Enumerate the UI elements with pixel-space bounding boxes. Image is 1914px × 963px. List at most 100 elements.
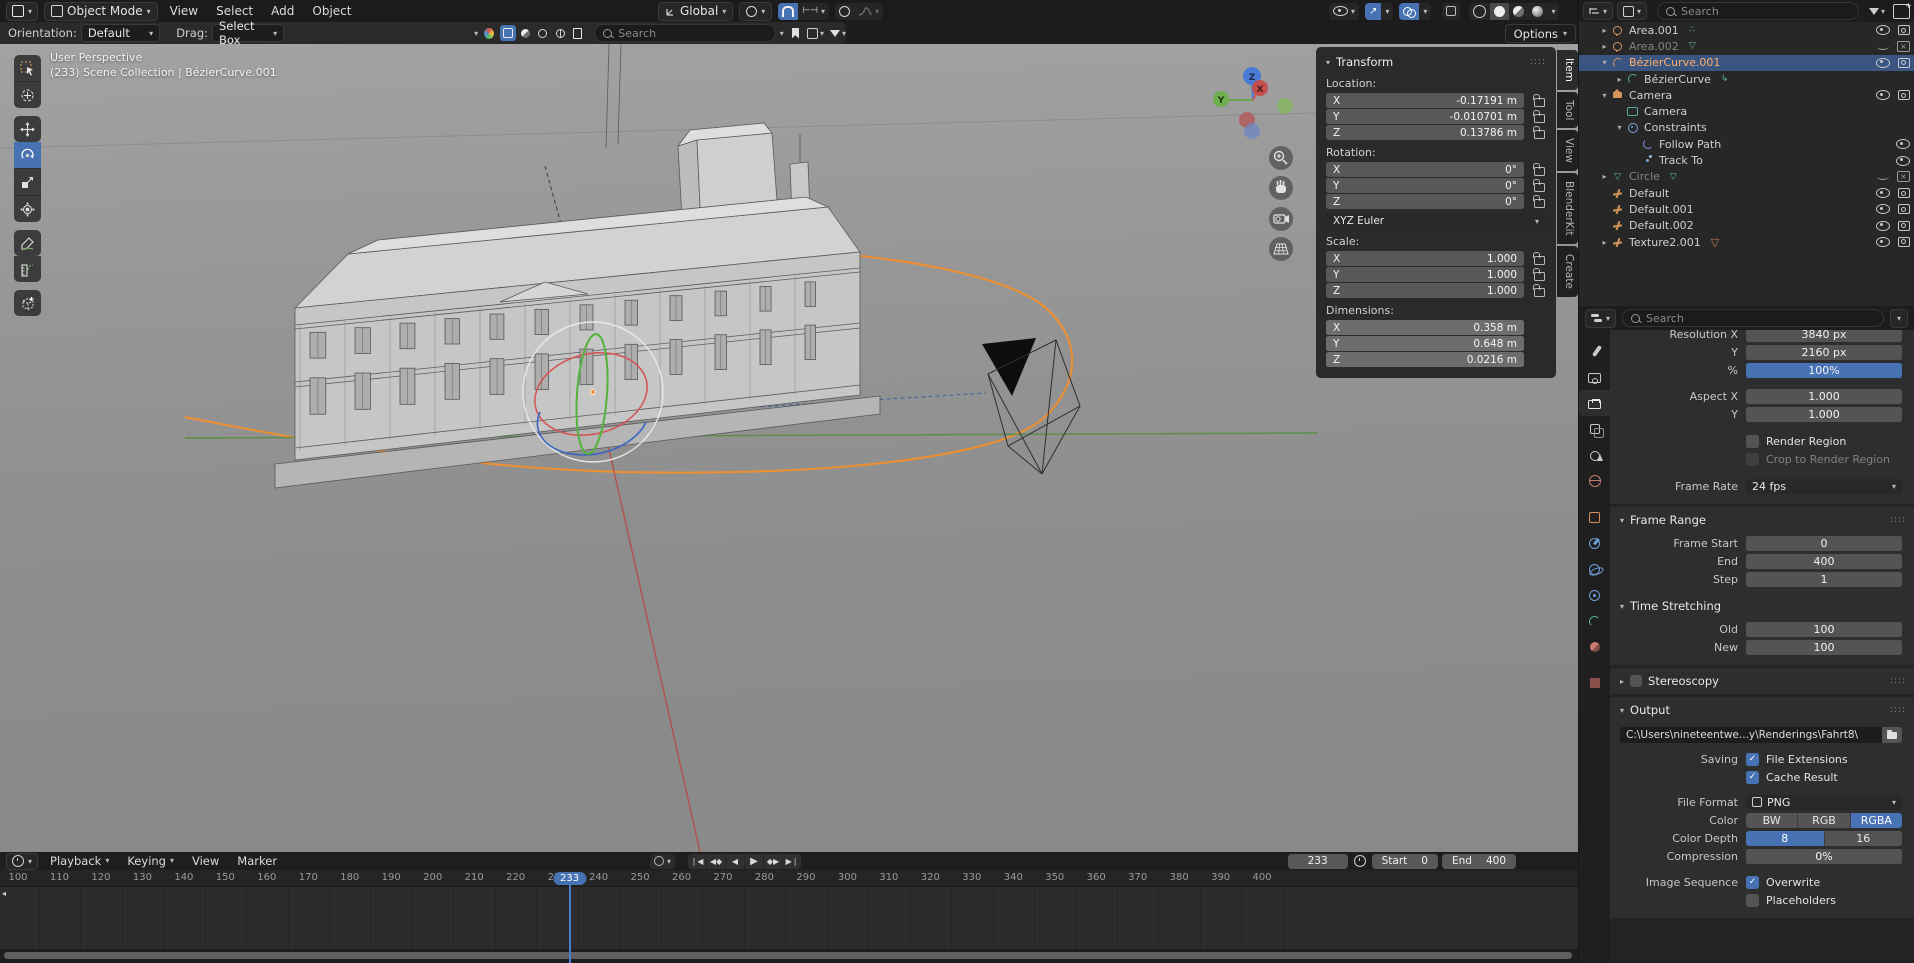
lock-icon[interactable]	[1534, 114, 1545, 123]
render-region-checkbox[interactable]	[1746, 435, 1759, 448]
bookmark-icon[interactable]	[792, 28, 799, 39]
asset-filter-material-toggle[interactable]	[518, 25, 533, 41]
outliner-filter-dropdown[interactable]: ▾	[1869, 7, 1885, 16]
frame-step-field[interactable]: 1	[1746, 572, 1902, 587]
gizmos-dropdown[interactable]: ▾	[1381, 3, 1393, 20]
hide-viewport-eye-icon[interactable]	[1876, 58, 1890, 68]
shading-material-button[interactable]	[1509, 3, 1528, 20]
play-button[interactable]: ▶	[745, 854, 764, 869]
visibility-dropdown[interactable]: ▾	[1329, 3, 1359, 20]
output-panel-header[interactable]: ▾Output::::	[1610, 701, 1914, 719]
cursor-tool[interactable]	[14, 82, 41, 108]
mode-dropdown[interactable]: Object Mode ▾	[44, 2, 158, 21]
collapse-chevron-icon[interactable]: ▾	[474, 29, 478, 38]
current-frame-field[interactable]: 233	[1288, 854, 1348, 869]
tab-modifier-properties[interactable]	[1579, 530, 1610, 556]
jump-to-start-button[interactable]: ❘◀	[688, 854, 707, 869]
overlays-dropdown[interactable]: ▾	[1419, 3, 1431, 20]
disable-render-camera-icon[interactable]	[1898, 25, 1910, 35]
stereoscopy-panel-header[interactable]: ▸Stereoscopy::::	[1610, 672, 1914, 690]
scale-tool[interactable]	[14, 169, 41, 196]
prev-keyframe-button[interactable]: ◀◆	[707, 854, 726, 869]
cache-result-checkbox[interactable]: ✓	[1746, 771, 1759, 784]
outliner-search-input[interactable]: Search	[1657, 2, 1859, 20]
hide-viewport-eye-icon[interactable]	[1896, 156, 1910, 166]
outliner-row[interactable]: Default	[1579, 185, 1914, 201]
new-collection-button[interactable]: +	[1893, 4, 1910, 19]
measure-tool[interactable]	[14, 256, 41, 282]
outliner-row[interactable]: ▸Texture2.001▽	[1579, 234, 1914, 250]
aspect-x-field[interactable]: 1.000	[1746, 389, 1902, 404]
pivot-point-dropdown[interactable]: ▾	[739, 2, 772, 21]
panel-drag-dots[interactable]: ::::	[1530, 57, 1546, 67]
hide-viewport-eye-icon[interactable]	[1876, 221, 1890, 231]
chevron-down-icon[interactable]: ▾	[1613, 123, 1626, 132]
rotation-mode-dropdown[interactable]: XYZ Euler▾	[1326, 213, 1546, 229]
outliner-filter-mode-dropdown[interactable]: ▾	[1617, 2, 1647, 20]
tab-tool-properties[interactable]	[1579, 338, 1610, 364]
rotation-z-field[interactable]: Z0°	[1326, 194, 1524, 209]
move-tool[interactable]	[14, 116, 41, 142]
disable-render-camera-icon[interactable]	[1898, 58, 1910, 68]
orientation-value-dropdown[interactable]: Default ▾	[81, 24, 160, 42]
hide-viewport-eye-icon[interactable]	[1876, 90, 1890, 100]
proportional-falloff-dropdown[interactable]: ▾	[854, 3, 883, 20]
current-frame-badge[interactable]: 233	[553, 872, 586, 885]
xray-toggle[interactable]	[1442, 3, 1460, 20]
outliner-row[interactable]: Track To	[1579, 152, 1914, 168]
outliner-row[interactable]: ▸▽Circle▽×	[1579, 169, 1914, 185]
proportional-editing-toggle[interactable]	[835, 3, 854, 20]
lock-icon[interactable]	[1534, 199, 1545, 208]
filter-dropdown[interactable]: ▾	[830, 29, 846, 38]
tab-item[interactable]: Item	[1557, 50, 1578, 90]
output-path-field[interactable]: C:\Users\nineteentwe...y\Renderings\Fahr…	[1620, 727, 1882, 743]
outliner-row[interactable]: ▸Area.002▽×	[1579, 38, 1914, 54]
time-stretching-panel-header[interactable]: ▾Time Stretching	[1610, 597, 1914, 615]
tab-object-data-properties[interactable]	[1579, 608, 1610, 634]
aspect-y-field[interactable]: 1.000	[1746, 407, 1902, 422]
transform-tool[interactable]	[14, 196, 41, 222]
frame-start-prop-field[interactable]: 0	[1746, 536, 1902, 551]
dimensions-y-field[interactable]: Y0.648 m	[1326, 336, 1524, 351]
overwrite-checkbox[interactable]: ✓	[1746, 876, 1759, 889]
lock-icon[interactable]	[1534, 98, 1545, 107]
hide-viewport-eye-icon[interactable]	[1876, 25, 1890, 35]
hide-viewport-eye-icon[interactable]	[1896, 139, 1910, 149]
outliner-row[interactable]: Camera	[1579, 103, 1914, 119]
tab-tool[interactable]: Tool	[1557, 92, 1578, 128]
tab-world-properties[interactable]	[1579, 468, 1610, 494]
timeline-editor-type-button[interactable]: ▾	[6, 853, 38, 870]
shading-wireframe-button[interactable]	[1469, 3, 1490, 20]
menu-view[interactable]: View	[161, 0, 207, 22]
snap-settings-dropdown[interactable]: ⊢⊣▾	[798, 3, 829, 20]
placeholders-checkbox[interactable]	[1746, 894, 1759, 907]
depth-8-button[interactable]: 8	[1746, 831, 1825, 846]
auto-keying-button[interactable]: ▾	[650, 854, 675, 869]
time-new-field[interactable]: 100	[1746, 640, 1902, 655]
lock-icon[interactable]	[1534, 130, 1545, 139]
chevron-down-icon[interactable]: ▾	[1598, 91, 1611, 100]
frame-rate-dropdown[interactable]: 24 fps▾	[1746, 479, 1902, 494]
hide-viewport-eye-icon[interactable]	[1876, 188, 1890, 198]
chevron-right-icon[interactable]: ▸	[1598, 42, 1611, 51]
chevron-right-icon[interactable]: ▸	[1598, 172, 1611, 181]
scale-x-field[interactable]: X1.000	[1326, 251, 1524, 266]
shading-dropdown[interactable]: ▾	[1547, 3, 1559, 20]
asset-filter-brush-toggle[interactable]	[570, 25, 585, 41]
snap-toggle[interactable]	[778, 3, 798, 20]
menu-timeline-view[interactable]: View	[183, 850, 228, 872]
color-bw-button[interactable]: BW	[1746, 813, 1798, 828]
file-extensions-checkbox[interactable]: ✓	[1746, 753, 1759, 766]
lock-icon[interactable]	[1534, 167, 1545, 176]
jump-to-end-button[interactable]: ▶❘	[783, 854, 801, 869]
depth-16-button[interactable]: 16	[1825, 831, 1903, 846]
asset-filter-model-toggle[interactable]	[500, 25, 515, 41]
timeline-ruler[interactable]: 1001101201301401501601701801902002102202…	[0, 870, 1578, 887]
chevron-right-icon[interactable]: ▸	[1598, 26, 1611, 35]
outliner-row[interactable]: Default.002	[1579, 218, 1914, 234]
tab-texture-properties[interactable]	[1579, 670, 1610, 696]
location-z-field[interactable]: Z0.13786 m	[1326, 125, 1524, 140]
tab-output-properties[interactable]	[1579, 390, 1610, 416]
chevron-down-icon[interactable]: ▾	[1598, 58, 1611, 67]
options-dropdown[interactable]: Options ▾	[1505, 24, 1576, 43]
